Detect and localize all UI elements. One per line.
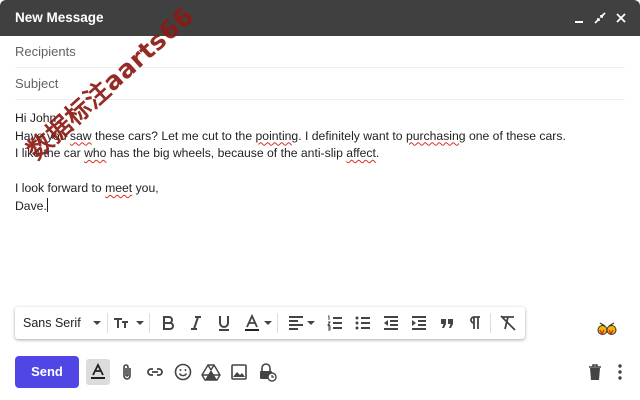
message-body[interactable]: Hi John, Have you saw these cars? Let me… [15,110,625,215]
bulleted-list-icon[interactable] [354,314,372,332]
formatting-options-toggle[interactable] [86,359,110,385]
misspelled-word: affect [346,146,376,160]
body-line-blank [15,163,625,181]
toolbar-divider [277,313,278,333]
misspelled-word: purchasing [405,128,466,143]
minimize-icon [575,21,583,23]
rtl-icon[interactable] [466,314,484,332]
compose-title-bar[interactable]: New Message [0,0,640,36]
bold-icon[interactable] [159,314,177,332]
recipients-placeholder: Recipients [15,44,76,59]
attach-icon[interactable] [117,362,137,382]
misspelled-word: meet [105,181,133,195]
toolbar-divider [149,313,150,333]
chevron-down-icon[interactable] [93,321,101,325]
misspelled-word: who [84,146,107,160]
formatting-toolbar: Sans Serif [15,307,525,339]
photo-icon[interactable] [229,362,249,382]
text-color-icon[interactable] [243,314,261,332]
remove-formatting-icon[interactable] [499,314,517,332]
toolbar-divider [107,313,108,333]
body-line-3: I like the car who has the big wheels, b… [15,146,380,160]
toolbar-divider [490,313,491,333]
fullscreen-button[interactable] [592,10,608,26]
close-button[interactable] [613,10,629,26]
text-cursor [46,197,48,212]
discard-icon[interactable] [585,362,605,382]
drive-icon[interactable] [201,362,221,382]
more-options-icon[interactable] [610,362,630,382]
subject-placeholder: Subject [15,76,59,91]
body-line-signature: Dave. [15,197,48,213]
quote-icon[interactable] [438,314,456,332]
italic-icon[interactable] [187,314,205,332]
minimize-button[interactable] [571,10,587,26]
chevron-down-icon[interactable] [307,321,315,325]
text-size-icon[interactable] [113,314,131,332]
font-family-select[interactable]: Sans Serif [23,316,81,330]
emoji-icon[interactable] [173,362,193,382]
indent-less-icon[interactable] [382,314,400,332]
chevron-down-icon[interactable] [136,321,144,325]
underline-icon[interactable] [215,314,233,332]
misspelled-word: pointing [255,128,299,143]
chevron-down-icon[interactable] [264,321,272,325]
formatting-options-icon [91,363,105,379]
link-icon[interactable] [145,362,165,382]
body-line-5: I look forward to meet you, [15,181,159,195]
window-title: New Message [15,10,104,25]
grammar-extension-icon[interactable] [597,321,617,339]
align-icon[interactable] [287,314,305,332]
body-line-greeting: Hi John, [15,111,60,125]
indent-more-icon[interactable] [410,314,428,332]
close-icon [616,13,626,23]
body-line-2: Have you saw these cars? Let me cut to t… [15,128,566,143]
send-button[interactable]: Send [15,356,79,388]
confidential-mode-icon[interactable] [257,362,277,382]
numbered-list-icon[interactable] [326,314,344,332]
exit-fullscreen-icon [594,12,606,24]
